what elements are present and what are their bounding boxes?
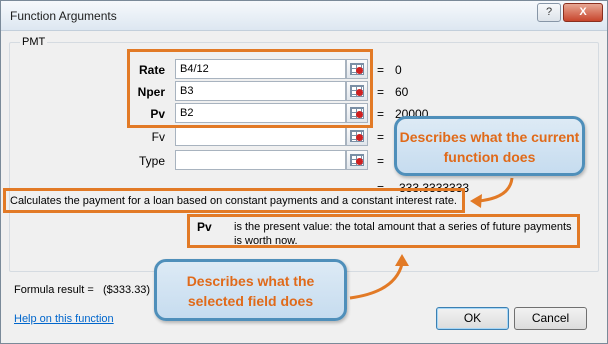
type-equals: = xyxy=(377,154,385,168)
fv-equals: = xyxy=(377,130,385,144)
cancel-button[interactable]: Cancel xyxy=(514,307,587,330)
function-name: PMT xyxy=(20,36,48,48)
title-bar[interactable]: Function Arguments ? X xyxy=(1,1,607,31)
function-description-highlight-box xyxy=(3,188,465,213)
nper-result: 60 xyxy=(395,85,409,99)
help-on-function-link[interactable]: Help on this function xyxy=(14,313,114,325)
close-icon[interactable]: X xyxy=(563,3,603,22)
argument-description-highlight-box xyxy=(187,214,580,248)
rate-result: 0 xyxy=(395,63,402,77)
help-icon[interactable]: ? xyxy=(537,3,561,22)
type-collapse-icon[interactable] xyxy=(346,150,368,170)
callout-current-function: Describes what the current function does xyxy=(394,116,585,176)
arg-label-fv: Fv xyxy=(151,130,165,144)
pv-equals: = xyxy=(377,107,385,121)
nper-equals: = xyxy=(377,85,385,99)
window-title: Function Arguments xyxy=(10,9,117,23)
fv-collapse-icon[interactable] xyxy=(346,126,368,146)
fv-input[interactable] xyxy=(175,126,346,146)
ok-button[interactable]: OK xyxy=(436,307,509,330)
type-input[interactable] xyxy=(175,150,346,170)
arg-label-type: Type xyxy=(138,154,165,168)
callout-selected-field: Describes what the selected field does xyxy=(154,259,347,321)
formula-result-value: ($333.33) xyxy=(103,284,151,296)
rate-equals: = xyxy=(377,63,385,77)
arguments-highlight-box xyxy=(127,49,373,128)
formula-result-label: Formula result = xyxy=(14,284,94,296)
